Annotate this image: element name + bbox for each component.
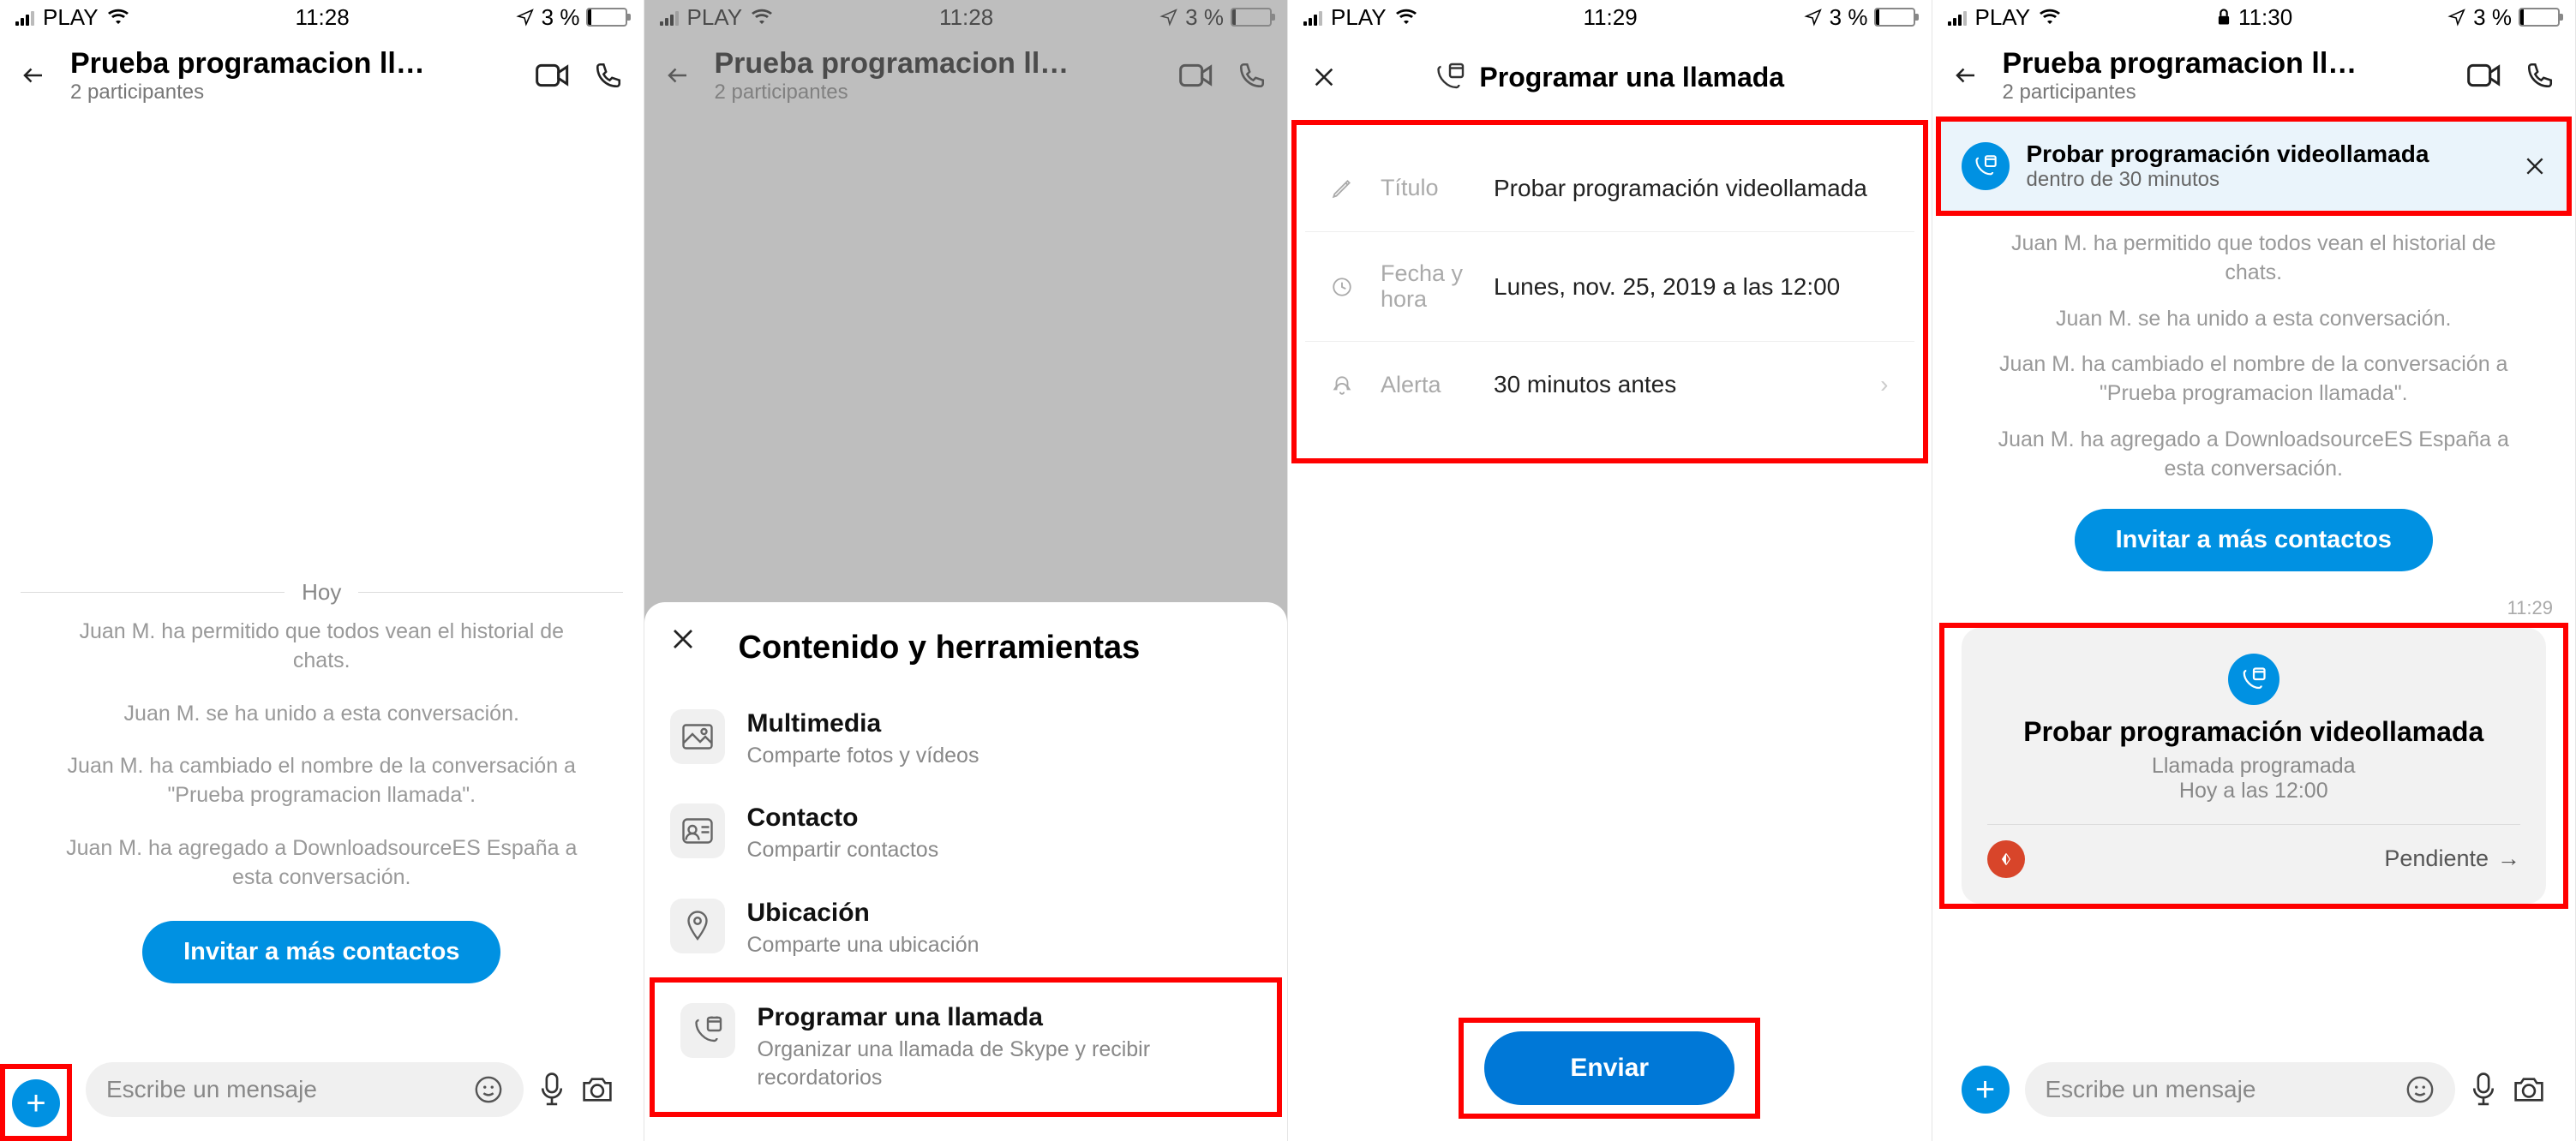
lock-icon <box>2216 8 2232 27</box>
signal-icon <box>1303 9 1322 26</box>
close-icon[interactable] <box>2524 155 2546 177</box>
schedule-call-icon <box>1962 142 2010 190</box>
card-time: Hoy a las 12:00 <box>1987 779 2521 803</box>
chevron-right-icon: › <box>1880 371 1888 398</box>
bell-icon <box>1331 373 1362 396</box>
scheduled-call-card[interactable]: Probar programación videollamada Llamada… <box>1962 628 2547 903</box>
sheet-title: Contenido y herramientas <box>644 626 1288 692</box>
schedule-form: Título Probar programación videollamada … <box>1305 146 1914 427</box>
chat-subtitle: 2 participantes <box>70 81 512 105</box>
wifi-icon <box>2039 9 2061 26</box>
system-message: Juan M. ha permitido que todos vean el h… <box>1932 221 2576 296</box>
tool-location[interactable]: UbicaciónComparte una ubicación <box>644 881 1288 977</box>
image-icon <box>670 709 725 764</box>
screen-1: PLAY 11:28 3 % Prueba programacion ll… 2… <box>0 0 644 1141</box>
arrow-right-icon: → <box>2497 845 2520 872</box>
nav-bar: Prueba programacion ll… 2 participantes <box>0 34 644 116</box>
card-subtitle: Llamada programada <box>1987 749 2521 779</box>
screen-4: PLAY 11:30 3 % Prueba programacion ll… 2… <box>1932 0 2576 1141</box>
system-message: Juan M. ha agregado a DownloadsourceES E… <box>0 822 644 905</box>
signal-icon <box>15 9 34 26</box>
scheduled-call-banner[interactable]: Probar programación videollamada dentro … <box>1941 122 2567 211</box>
audio-call-icon[interactable] <box>594 61 623 90</box>
contact-icon <box>670 803 725 858</box>
system-message: Juan M. ha cambiado el nombre de la conv… <box>1932 342 2576 417</box>
clock-label: 11:28 <box>296 4 350 31</box>
close-icon[interactable] <box>670 626 696 652</box>
back-icon[interactable] <box>21 63 46 88</box>
tool-multimedia[interactable]: MultimediaComparte fotos y vídeos <box>644 692 1288 787</box>
add-content-button[interactable]: + <box>12 1079 60 1127</box>
tools-sheet: Contenido y herramientas MultimediaCompa… <box>644 602 1288 1141</box>
carrier-label: PLAY <box>43 4 99 31</box>
screen-3: PLAY 11:29 3 % Programar una llamada Tít… <box>1288 0 1932 1141</box>
message-bar: + <box>12 1079 60 1127</box>
camera-icon[interactable] <box>580 1075 614 1104</box>
emoji-icon[interactable] <box>2405 1075 2435 1104</box>
close-icon[interactable] <box>1312 65 1336 89</box>
wifi-icon <box>107 9 129 26</box>
banner-subtitle: dentro de 30 minutos <box>2027 168 2507 192</box>
video-call-icon[interactable] <box>2467 63 2501 88</box>
schedule-call-icon <box>680 1003 735 1058</box>
tool-schedule-call[interactable]: Programar una llamadaOrganizar una llama… <box>655 986 1278 1108</box>
chat-title[interactable]: Prueba programacion ll… <box>70 47 512 81</box>
date-divider: Hoy <box>21 116 623 606</box>
audio-call-icon[interactable] <box>2525 61 2555 90</box>
send-button[interactable]: Enviar <box>1484 1031 1734 1105</box>
battery-label: 3 % <box>542 4 580 31</box>
card-status[interactable]: Pendiente → <box>2384 845 2520 872</box>
mic-icon[interactable] <box>539 1072 565 1107</box>
battery-icon <box>2519 8 2560 27</box>
back-icon[interactable] <box>1953 63 1979 88</box>
mic-icon[interactable] <box>2471 1072 2496 1107</box>
add-content-button[interactable]: + <box>1962 1066 2010 1114</box>
location-pin-icon <box>670 899 725 953</box>
system-message: Juan M. ha permitido que todos vean el h… <box>0 606 644 688</box>
location-icon <box>516 8 535 27</box>
message-input[interactable]: Escribe un mensaje <box>2025 1062 2456 1117</box>
system-message: Juan M. se ha unido a esta conversación. <box>1932 296 2576 343</box>
highlight-plus-button: + <box>0 1064 72 1141</box>
invite-contacts-button[interactable]: Invitar a más contactos <box>142 921 500 983</box>
invite-contacts-button[interactable]: Invitar a más contactos <box>2075 509 2433 571</box>
chat-body[interactable]: Hoy Juan M. ha permitido que todos vean … <box>0 116 644 1141</box>
system-message: Juan M. ha agregado a DownloadsourceES E… <box>1932 417 2576 493</box>
emoji-icon[interactable] <box>474 1075 503 1104</box>
schedule-datetime-field[interactable]: Fecha y hora Lunes, nov. 25, 2019 a las … <box>1305 232 1914 342</box>
message-placeholder: Escribe un mensaje <box>106 1076 317 1103</box>
video-call-icon[interactable] <box>536 63 570 88</box>
camera-icon[interactable] <box>2512 1075 2546 1104</box>
message-input[interactable]: Escribe un mensaje <box>86 1062 524 1117</box>
status-bar: PLAY 11:28 3 % <box>0 0 644 34</box>
battery-icon <box>586 8 627 27</box>
schedule-title-field[interactable]: Título Probar programación videollamada <box>1305 146 1914 232</box>
system-message: Juan M. ha cambiado el nombre de la conv… <box>0 740 644 822</box>
battery-icon <box>1874 8 1915 27</box>
banner-title: Probar programación videollamada <box>2027 140 2507 168</box>
location-icon <box>2447 8 2466 27</box>
wifi-icon <box>1395 9 1417 26</box>
tool-contact[interactable]: ContactoCompartir contactos <box>644 786 1288 881</box>
schedule-call-icon <box>2228 654 2279 705</box>
system-message: Juan M. se ha unido a esta conversación. <box>0 688 644 741</box>
message-timestamp: 11:29 <box>1932 588 2576 623</box>
schedule-call-icon <box>1435 62 1465 93</box>
schedule-title: Programar una llamada <box>1479 62 1784 93</box>
schedule-alert-field[interactable]: Alerta 30 minutos antes › <box>1305 342 1914 427</box>
schedule-header: Programar una llamada <box>1288 34 1932 120</box>
screen-2: PLAY 11:28 3 % Prueba programacion ll… 2… <box>644 0 1289 1141</box>
signal-icon <box>1948 9 1967 26</box>
card-title: Probar programación videollamada <box>1987 715 2521 748</box>
avatar <box>1987 840 2025 878</box>
clock-icon <box>1331 276 1362 298</box>
pencil-icon <box>1331 177 1362 200</box>
location-icon <box>1804 8 1823 27</box>
